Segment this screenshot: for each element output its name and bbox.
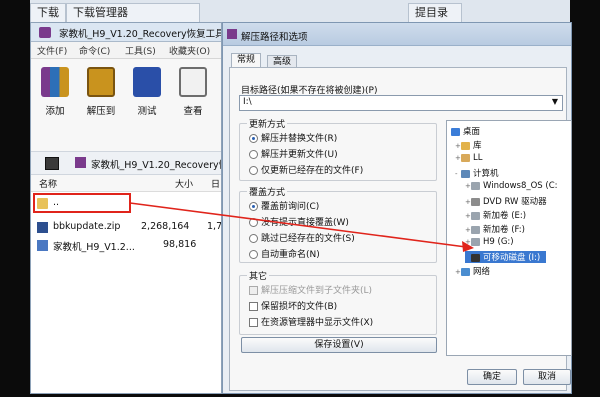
highlight-box xyxy=(33,193,131,213)
annotation-overlay xyxy=(33,193,474,252)
annotation-arrowhead-icon xyxy=(462,241,474,252)
annotation-arrow-line xyxy=(129,202,467,248)
